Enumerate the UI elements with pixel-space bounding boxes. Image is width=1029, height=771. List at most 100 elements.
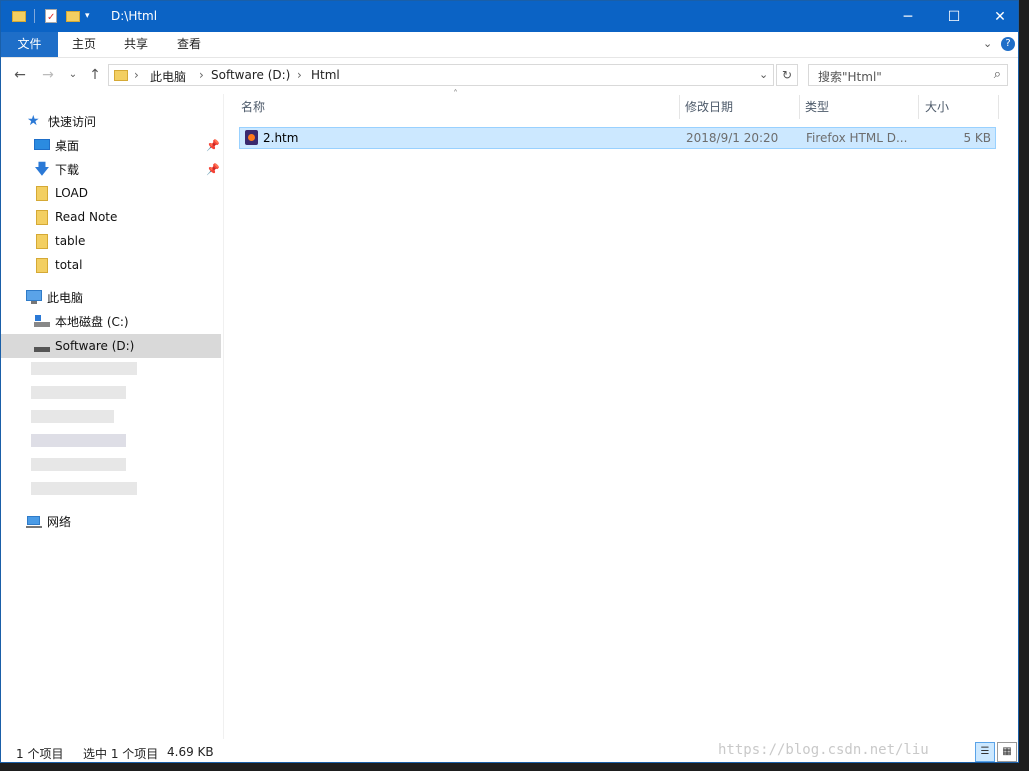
search-box[interactable]: 搜索"Html" ⌕ [808, 64, 1008, 86]
nav-item-folder[interactable]: table [34, 229, 85, 253]
column-header-size[interactable]: 大小 [921, 95, 999, 119]
firefox-html-icon [245, 130, 258, 145]
close-button[interactable]: ✕ [977, 1, 1018, 32]
file-name: 2.htm [263, 131, 299, 145]
nav-quick-access[interactable]: ★ 快速访问 [27, 109, 96, 133]
navigation-pane: ★ 快速访问 桌面 📌 🡇 下载 📌 LOAD Read Note table … [1, 94, 224, 739]
title-bar: ✓ ▾ D:\Html ─ ☐ ✕ [1, 1, 1018, 32]
new-folder-icon[interactable] [65, 8, 81, 24]
back-button[interactable]: ← [11, 66, 29, 84]
file-size: 5 KB [963, 131, 991, 145]
drive-icon [34, 338, 50, 354]
folder-icon [34, 185, 50, 201]
nav-label: Read Note [55, 210, 118, 224]
breadcrumb-folder[interactable]: Html [311, 68, 340, 82]
customize-dropdown-icon[interactable]: ▾ [85, 8, 101, 24]
details-view-icon: ☰ [980, 746, 990, 757]
blurred-item [31, 434, 126, 447]
address-row: ← → ⌄ ↑ › 此电脑 › Software (D:) › Html ⌄ ↻… [1, 58, 1018, 92]
close-icon: ✕ [994, 8, 1006, 25]
maximize-button[interactable]: ☐ [931, 1, 977, 32]
details-view-button[interactable]: ☰ [975, 742, 995, 762]
file-type: Firefox HTML D... [806, 131, 908, 145]
watermark: https://blog.csdn.net/liu [718, 742, 929, 758]
status-selected: 选中 1 个项目 [83, 747, 159, 761]
refresh-icon: ↻ [781, 68, 793, 82]
nav-label: LOAD [55, 186, 88, 200]
breadcrumb-this-pc[interactable]: 此电脑 [150, 68, 186, 85]
help-icon[interactable]: ? [1001, 37, 1015, 51]
column-header-name[interactable]: 名称 [237, 95, 680, 119]
folder-icon [34, 257, 50, 273]
background-terminal [0, 763, 1029, 771]
status-size: 4.69 KB [167, 745, 214, 759]
nav-item-desktop[interactable]: 桌面 [34, 133, 79, 157]
divider [34, 9, 35, 23]
breadcrumb-separator-icon: › [199, 68, 204, 82]
folder-icon [113, 68, 129, 82]
tab-view[interactable]: 查看 [166, 32, 212, 57]
expand-ribbon-icon[interactable]: ⌄ [983, 37, 992, 50]
nav-network[interactable]: 网络 [26, 509, 71, 533]
file-date: 2018/9/1 20:20 [686, 131, 779, 145]
nav-label: 下载 [55, 162, 80, 177]
breadcrumb-drive[interactable]: Software (D:) [211, 68, 290, 82]
computer-icon [26, 289, 42, 305]
nav-label: 本地磁盘 (C:) [55, 314, 129, 329]
folder-icon [11, 8, 27, 24]
background-terminal-edge [1019, 0, 1029, 763]
drive-icon [34, 313, 50, 329]
properties-icon[interactable]: ✓ [43, 8, 59, 24]
blurred-item [31, 458, 126, 471]
column-header-type[interactable]: 类型 [801, 95, 919, 119]
refresh-button[interactable]: ↻ [776, 64, 798, 86]
folder-icon [34, 209, 50, 225]
download-arrow-icon: 🡇 [34, 160, 50, 178]
blurred-item [31, 410, 114, 423]
nav-item-drive-c[interactable]: 本地磁盘 (C:) [34, 309, 129, 333]
nav-item-folder[interactable]: Read Note [34, 205, 117, 229]
address-bar[interactable]: › 此电脑 › Software (D:) › Html ⌄ [108, 64, 774, 86]
maximize-icon: ☐ [947, 8, 961, 25]
star-icon: ★ [27, 113, 40, 129]
desktop-icon [34, 137, 50, 153]
tab-file[interactable]: 文件 [1, 32, 58, 57]
status-item-count: 1 个项目 [16, 747, 64, 761]
minimize-button[interactable]: ─ [885, 1, 931, 32]
tab-home[interactable]: 主页 [61, 32, 107, 57]
breadcrumb-separator-icon: › [297, 68, 302, 82]
pin-icon: 📌 [206, 139, 220, 152]
nav-label: 网络 [47, 514, 72, 529]
large-icons-view-button[interactable]: ▦ [997, 742, 1017, 762]
nav-item-drive-d[interactable]: Software (D:) [34, 334, 134, 358]
nav-label: Software (D:) [55, 339, 135, 353]
window-title: D:\Html [111, 9, 158, 23]
column-header-date[interactable]: 修改日期 [681, 95, 800, 119]
breadcrumb-separator-icon: › [134, 68, 139, 82]
nav-label: 此电脑 [47, 290, 84, 305]
nav-item-downloads[interactable]: 🡇 下载 [34, 157, 79, 181]
nav-this-pc[interactable]: 此电脑 [26, 285, 83, 309]
blurred-item [31, 386, 126, 399]
large-icons-view-icon: ▦ [1002, 746, 1012, 757]
chevron-down-icon: ⌄ [68, 69, 78, 80]
up-button[interactable]: ↑ [86, 66, 104, 84]
forward-button[interactable]: → [39, 66, 57, 84]
recent-locations-button[interactable]: ⌄ [64, 66, 82, 84]
nav-label: table [55, 234, 86, 248]
chevron-down-icon[interactable]: ⌄ [759, 68, 768, 81]
arrow-right-icon: → [42, 67, 54, 83]
nav-item-folder[interactable]: LOAD [34, 181, 88, 205]
ribbon-tabs: 文件 主页 共享 查看 ⌄ ? [1, 32, 1018, 58]
arrow-left-icon: ← [14, 67, 26, 83]
blurred-item [31, 362, 137, 375]
search-icon: ⌕ [993, 67, 1001, 82]
pin-icon: 📌 [206, 163, 220, 176]
nav-item-folder[interactable]: total [34, 253, 82, 277]
network-icon [26, 513, 42, 529]
search-input[interactable]: 搜索"Html" [818, 68, 882, 85]
nav-label: 快速访问 [48, 114, 97, 129]
table-row[interactable]: 2.htm 2018/9/1 20:20 Firefox HTML D... 5… [239, 127, 996, 149]
arrow-up-icon: ↑ [89, 67, 101, 83]
tab-share[interactable]: 共享 [113, 32, 159, 57]
